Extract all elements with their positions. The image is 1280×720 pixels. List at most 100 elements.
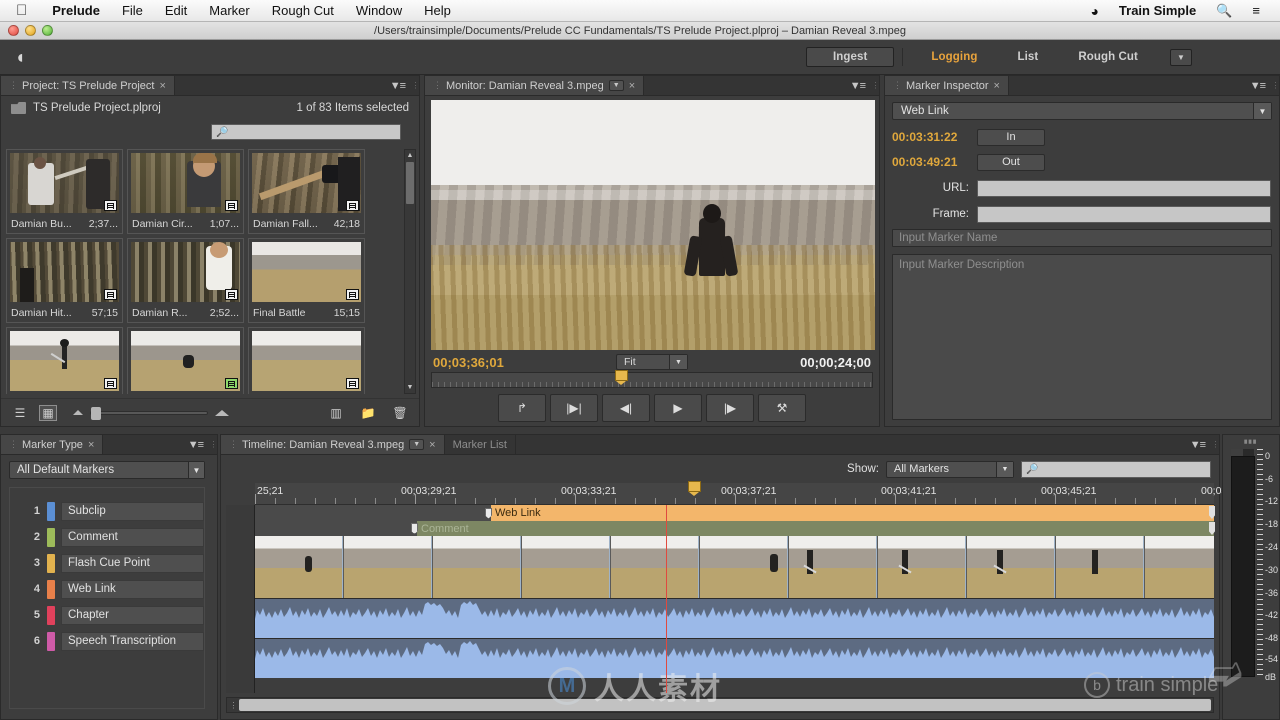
new-bin-icon[interactable]: 📁 bbox=[359, 405, 377, 421]
notification-list-icon[interactable]: ≡ bbox=[1242, 3, 1270, 18]
chevron-down-icon[interactable]: ▼ bbox=[1170, 48, 1192, 66]
scroll-down-arrow[interactable]: ▼ bbox=[405, 382, 415, 393]
search-icon[interactable]: 🔍 bbox=[1206, 3, 1242, 19]
close-icon[interactable]: × bbox=[994, 80, 1000, 92]
marker-row-comment[interactable]: Comment bbox=[255, 521, 1215, 536]
show-filter-select[interactable]: All Markers ▼ bbox=[886, 460, 1014, 478]
thumbnail-size-slider[interactable] bbox=[73, 406, 229, 420]
panel-menu-icon[interactable]: ▼≡ bbox=[1242, 76, 1272, 95]
trash-icon[interactable]: 🗑 bbox=[391, 405, 409, 421]
thumbnail-view-icon[interactable]: ▦ bbox=[39, 404, 57, 421]
clip-thumbnail[interactable]: Damian Fall... 42;18 bbox=[248, 149, 365, 234]
clip-thumbnail[interactable] bbox=[248, 327, 365, 394]
scrollbar-thumb[interactable] bbox=[406, 162, 414, 204]
list-view-icon[interactable]: ☰ bbox=[11, 405, 29, 421]
clip-thumbnail[interactable]: Damian Hit... 57;15 bbox=[6, 238, 123, 323]
marker-bar-web-link[interactable]: Web Link bbox=[485, 505, 1215, 521]
marker-preset-select[interactable]: All Default Markers ▼ bbox=[9, 461, 205, 479]
step-back-button[interactable]: ◀| bbox=[602, 394, 650, 422]
workspace-list[interactable]: List bbox=[997, 47, 1058, 67]
project-search-box[interactable]: 🔍 bbox=[211, 124, 401, 140]
clip-thumbnail[interactable] bbox=[127, 327, 244, 394]
apple-icon[interactable]:  bbox=[16, 3, 27, 18]
panel-resize-grip[interactable]: ⋮ bbox=[210, 435, 218, 454]
marker-in-timecode[interactable]: 00:03:31:22 bbox=[885, 130, 977, 144]
panel-grip-icon[interactable]: ▖▖▖ bbox=[1223, 435, 1279, 445]
timeline-search-box[interactable]: 🔍 bbox=[1021, 460, 1211, 478]
in-button[interactable]: In bbox=[977, 128, 1045, 146]
marker-type-item-flash-cue-point[interactable]: 3 Flash Cue Point bbox=[10, 550, 204, 576]
clip-thumbnail[interactable]: Damian Cir... 1;07... bbox=[127, 149, 244, 234]
timeline-search-input[interactable] bbox=[1038, 463, 1206, 475]
menu-item-file[interactable]: File bbox=[111, 3, 154, 18]
panel-menu-icon[interactable]: ▼≡ bbox=[180, 435, 210, 454]
creative-cloud-logo[interactable]: ◖ bbox=[7, 44, 33, 70]
chevron-down-icon[interactable]: ▼ bbox=[669, 355, 687, 369]
tab-timeline[interactable]: ⋮ Timeline: Damian Reveal 3.mpeg ▼ × bbox=[221, 435, 445, 454]
monitor-zoom-select[interactable]: Fit ▼ bbox=[616, 354, 688, 370]
timeline-ruler[interactable]: 25;21 00;03;29;21 00;03;33;21 00;03;37;2… bbox=[255, 481, 1227, 505]
close-icon[interactable]: × bbox=[429, 439, 435, 451]
panel-menu-icon[interactable]: ▼≡ bbox=[1182, 435, 1212, 454]
close-icon[interactable]: × bbox=[629, 80, 635, 92]
account-name[interactable]: Train Simple bbox=[1109, 3, 1206, 18]
chevron-down-icon[interactable]: ▼ bbox=[1253, 103, 1271, 119]
workspace-ingest[interactable]: Ingest bbox=[805, 47, 895, 67]
url-field[interactable] bbox=[977, 179, 1271, 197]
marker-type-item-web-link[interactable]: 4 Web Link bbox=[10, 576, 204, 602]
marker-type-item-chapter[interactable]: 5 Chapter bbox=[10, 602, 204, 628]
timeline-horizontal-scrollbar[interactable]: ⋮ bbox=[226, 697, 1214, 713]
monitor-scrub-track[interactable] bbox=[431, 372, 873, 388]
export-frame-button[interactable]: ↱ bbox=[498, 394, 546, 422]
panel-resize-grip[interactable]: ⋮ bbox=[872, 76, 880, 95]
menu-item-rough-cut[interactable]: Rough Cut bbox=[261, 3, 345, 18]
close-icon[interactable]: × bbox=[88, 439, 94, 451]
set-in-out-button[interactable]: |▶| bbox=[550, 394, 598, 422]
out-button[interactable]: Out bbox=[977, 153, 1045, 171]
tab-marker-type[interactable]: ⋮ Marker Type × bbox=[1, 435, 104, 454]
workspace-rough-cut[interactable]: Rough Cut bbox=[1058, 47, 1158, 67]
marker-out-timecode[interactable]: 00:03:49:21 bbox=[885, 155, 977, 169]
settings-wrench-button[interactable]: ⚒ bbox=[758, 394, 806, 422]
panel-resize-grip[interactable]: ⋮ bbox=[1212, 435, 1220, 454]
tab-marker-inspector[interactable]: ⋮ Marker Inspector × bbox=[885, 76, 1009, 95]
playhead-line[interactable] bbox=[666, 505, 667, 693]
panel-resize-grip[interactable]: ⋮ bbox=[1272, 76, 1280, 95]
tab-marker-list[interactable]: Marker List bbox=[444, 435, 516, 454]
step-forward-button[interactable]: |▶ bbox=[706, 394, 754, 422]
monitor-video-frame[interactable] bbox=[431, 100, 875, 350]
panel-menu-icon[interactable]: ▼≡ bbox=[382, 76, 412, 95]
marker-row-web-link[interactable]: Web Link bbox=[255, 505, 1215, 521]
tab-monitor[interactable]: ⋮ Monitor: Damian Reveal 3.mpeg ▼ × bbox=[425, 76, 645, 95]
clip-thumbnail[interactable]: Damian R... 2;52... bbox=[127, 238, 244, 323]
clip-thumbnail[interactable]: Damian Bu... 2;37... bbox=[6, 149, 123, 234]
ingest-icon[interactable]: ▥ bbox=[327, 405, 345, 421]
play-button[interactable]: ▶ bbox=[654, 394, 702, 422]
marker-type-item-speech-transcription[interactable]: 6 Speech Transcription bbox=[10, 628, 204, 654]
menu-item-marker[interactable]: Marker bbox=[198, 3, 260, 18]
marker-flag-icon[interactable] bbox=[615, 370, 628, 385]
clip-thumbnail[interactable] bbox=[6, 327, 123, 394]
marker-description-input[interactable]: Input Marker Description bbox=[892, 254, 1272, 420]
monitor-duration-timecode[interactable]: 00;00;24;00 bbox=[800, 355, 871, 370]
marker-name-input[interactable]: Input Marker Name bbox=[892, 229, 1272, 247]
chevron-down-icon[interactable]: ▼ bbox=[608, 80, 624, 91]
audio-track[interactable]: 🔊 bbox=[255, 598, 1214, 638]
scroll-grip-icon[interactable]: ⋮ bbox=[227, 701, 239, 710]
chevron-down-icon[interactable]: ▼ bbox=[996, 461, 1013, 477]
menu-item-window[interactable]: Window bbox=[345, 3, 413, 18]
menu-item-prelude[interactable]: Prelude bbox=[41, 3, 111, 18]
search-input[interactable] bbox=[228, 126, 396, 138]
video-track[interactable] bbox=[255, 536, 1214, 598]
clip-thumbnail[interactable]: Final Battle 15;15 bbox=[248, 238, 365, 323]
marker-type-item-comment[interactable]: 2 Comment bbox=[10, 524, 204, 550]
timeline-track-stack[interactable]: Web Link Comment bbox=[254, 505, 1215, 693]
workspace-logging[interactable]: Logging bbox=[911, 47, 997, 67]
frame-field[interactable] bbox=[977, 205, 1271, 223]
audio-clip-indicator[interactable] bbox=[1231, 449, 1255, 457]
project-scrollbar[interactable]: ▲ ▼ bbox=[404, 149, 416, 394]
audio-track[interactable]: 🔊 bbox=[255, 638, 1214, 678]
scroll-up-arrow[interactable]: ▲ bbox=[405, 150, 415, 161]
marker-type-select[interactable]: Web Link ▼ bbox=[892, 102, 1272, 120]
monitor-current-timecode[interactable]: 00;03;36;01 bbox=[433, 355, 504, 370]
